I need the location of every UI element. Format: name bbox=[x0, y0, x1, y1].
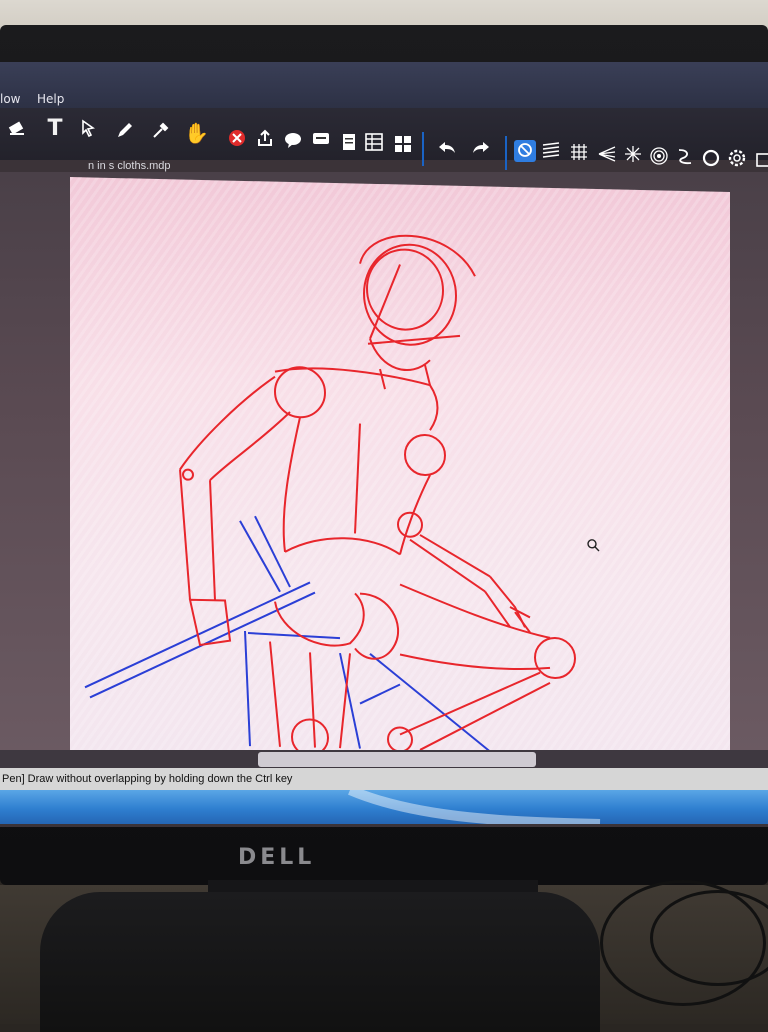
monitor-stand-base bbox=[40, 892, 600, 1032]
menu-window[interactable]: low bbox=[0, 92, 21, 106]
sketch-drawing bbox=[84, 234, 600, 757]
redo-icon[interactable] bbox=[470, 138, 492, 160]
eraser-icon[interactable] bbox=[6, 118, 28, 140]
speech-bubble-icon[interactable] bbox=[282, 130, 304, 152]
delete-icon[interactable] bbox=[226, 128, 248, 150]
perspective-icon[interactable] bbox=[596, 144, 618, 166]
settings-icon[interactable] bbox=[726, 148, 748, 170]
scrollbar-thumb[interactable] bbox=[258, 752, 536, 767]
comment-icon[interactable] bbox=[310, 130, 332, 152]
share-icon[interactable] bbox=[254, 128, 276, 150]
menu-bar bbox=[0, 62, 768, 108]
drawing-canvas[interactable] bbox=[70, 177, 730, 767]
blue-sketch bbox=[84, 515, 491, 753]
edit-icon[interactable] bbox=[752, 150, 768, 172]
document-tab[interactable]: n in s cloths.mdp bbox=[88, 160, 171, 172]
windows-taskbar bbox=[0, 790, 768, 824]
status-bar: Pen] Draw without overlapping by holding… bbox=[0, 768, 768, 790]
pen-icon[interactable] bbox=[114, 120, 136, 142]
hand-icon[interactable]: ✋ bbox=[184, 122, 209, 144]
dropper-icon[interactable] bbox=[150, 120, 172, 142]
table-icon[interactable] bbox=[364, 132, 386, 154]
undo-icon[interactable] bbox=[436, 138, 458, 160]
red-figure-sketch bbox=[179, 234, 576, 757]
toolbar-separator bbox=[505, 136, 507, 170]
menu-help[interactable]: Help bbox=[37, 92, 64, 106]
select-icon[interactable] bbox=[78, 118, 100, 140]
snap-off-icon[interactable] bbox=[514, 140, 536, 162]
concentric-icon[interactable] bbox=[648, 146, 670, 168]
parallel-snap-icon[interactable] bbox=[540, 140, 562, 162]
curve-icon[interactable] bbox=[674, 146, 696, 168]
grid-icon[interactable] bbox=[392, 134, 414, 156]
circle-icon[interactable] bbox=[700, 148, 722, 170]
grid-snap-icon[interactable] bbox=[568, 142, 590, 164]
radial-icon[interactable] bbox=[622, 144, 644, 166]
text-icon[interactable]: T bbox=[44, 118, 66, 140]
toolbar-separator bbox=[422, 132, 424, 166]
page-icon[interactable] bbox=[338, 132, 360, 154]
cursor-icon bbox=[587, 539, 600, 552]
monitor-brand-logo: DELL bbox=[238, 845, 316, 870]
